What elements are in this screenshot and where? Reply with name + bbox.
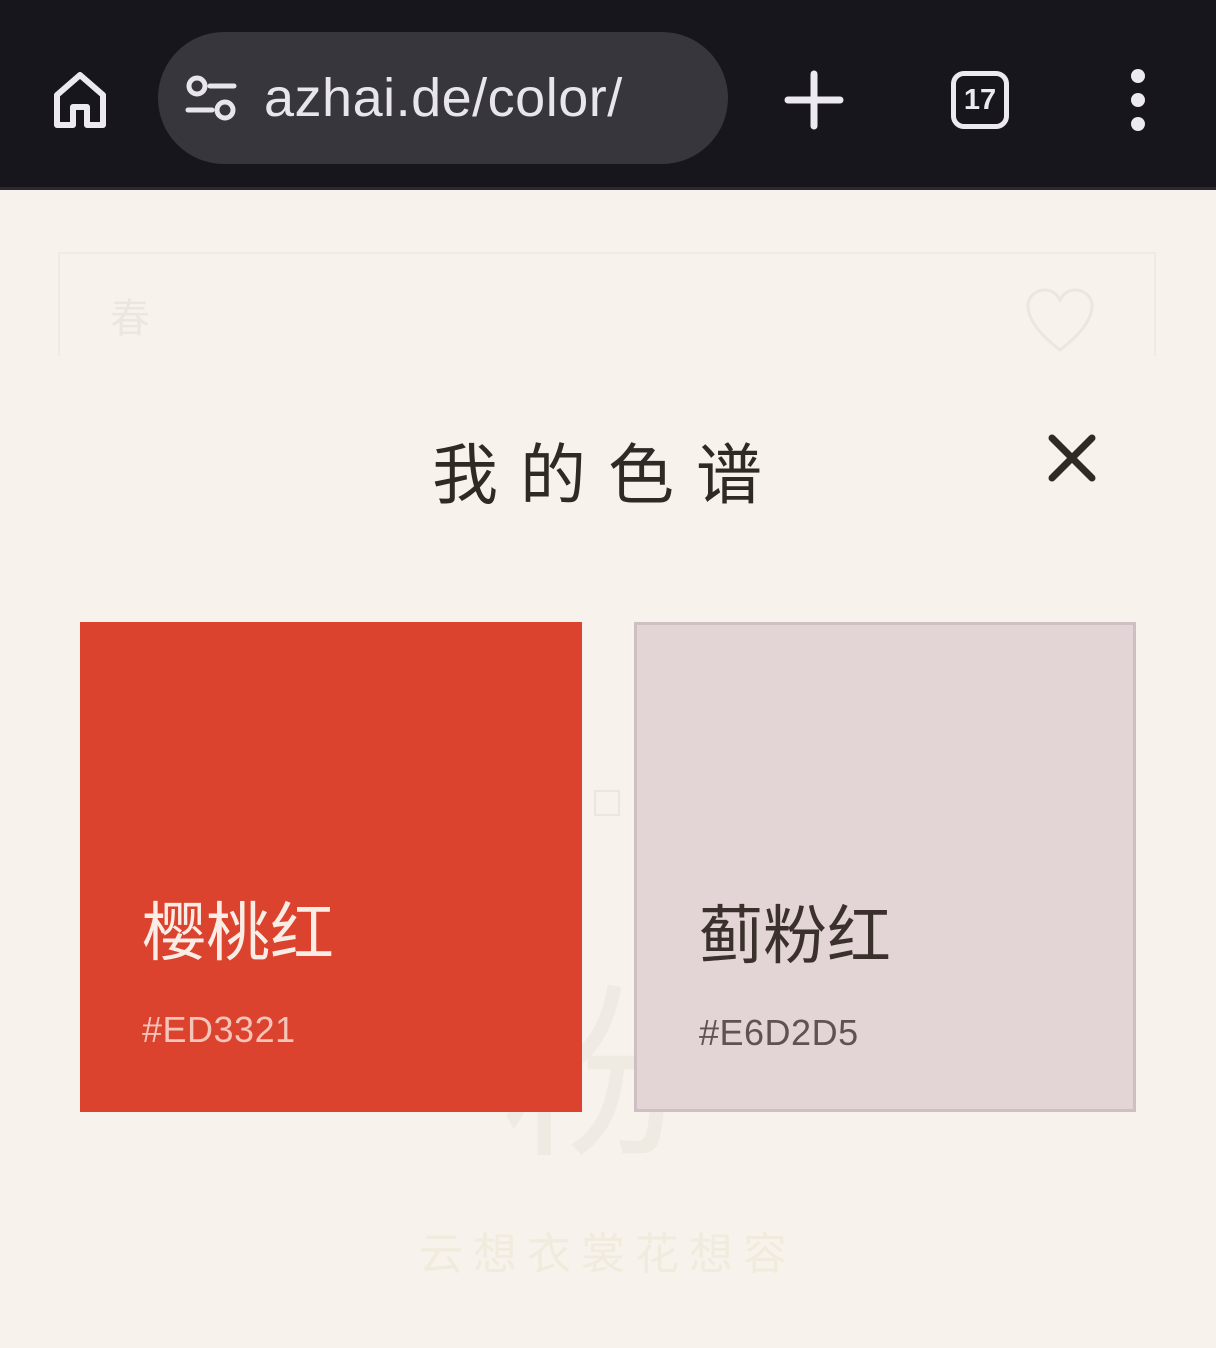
swatch-hex-code: #E6D2D5 xyxy=(699,1012,859,1053)
swatch-hex-code: #ED3321 xyxy=(142,1009,296,1050)
modal-title: 我的色谱 xyxy=(432,437,784,514)
heart-icon xyxy=(1026,288,1094,352)
tabs-icon: 17 xyxy=(951,71,1009,129)
close-icon xyxy=(1048,434,1096,482)
plus-icon xyxy=(784,70,844,130)
site-info-icon[interactable] xyxy=(184,74,238,122)
address-bar[interactable]: azhai.de/color/ xyxy=(158,32,728,164)
background-season-label: 春 xyxy=(110,296,150,342)
background-poem: 云想衣裳花想容 xyxy=(419,1229,797,1280)
background-card xyxy=(58,252,1156,356)
new-tab-button[interactable] xyxy=(780,66,848,134)
home-button[interactable] xyxy=(46,64,114,136)
swatch-name: 樱桃红 xyxy=(142,897,334,971)
tab-switcher-button[interactable]: 17 xyxy=(946,66,1014,134)
color-swatch-card[interactable]: 樱桃红 #ED3321 xyxy=(80,622,582,1112)
swatch-name: 蓟粉红 xyxy=(699,900,891,974)
url-text[interactable]: azhai.de/color/ xyxy=(264,62,623,134)
color-swatch-card[interactable]: 蓟粉红 #E6D2D5 xyxy=(634,622,1136,1112)
browser-toolbar: azhai.de/color/ 17 xyxy=(0,0,1216,190)
background-decoration xyxy=(594,790,620,816)
close-button[interactable] xyxy=(1040,426,1104,490)
page-content: 春 粉 云想衣裳花想容 我的色谱 樱桃红 #ED3321 蓟粉红 #E6D2D5 xyxy=(0,190,1216,1348)
browser-menu-button[interactable] xyxy=(1108,66,1168,134)
more-vert-icon xyxy=(1131,69,1145,131)
home-icon xyxy=(54,72,106,128)
